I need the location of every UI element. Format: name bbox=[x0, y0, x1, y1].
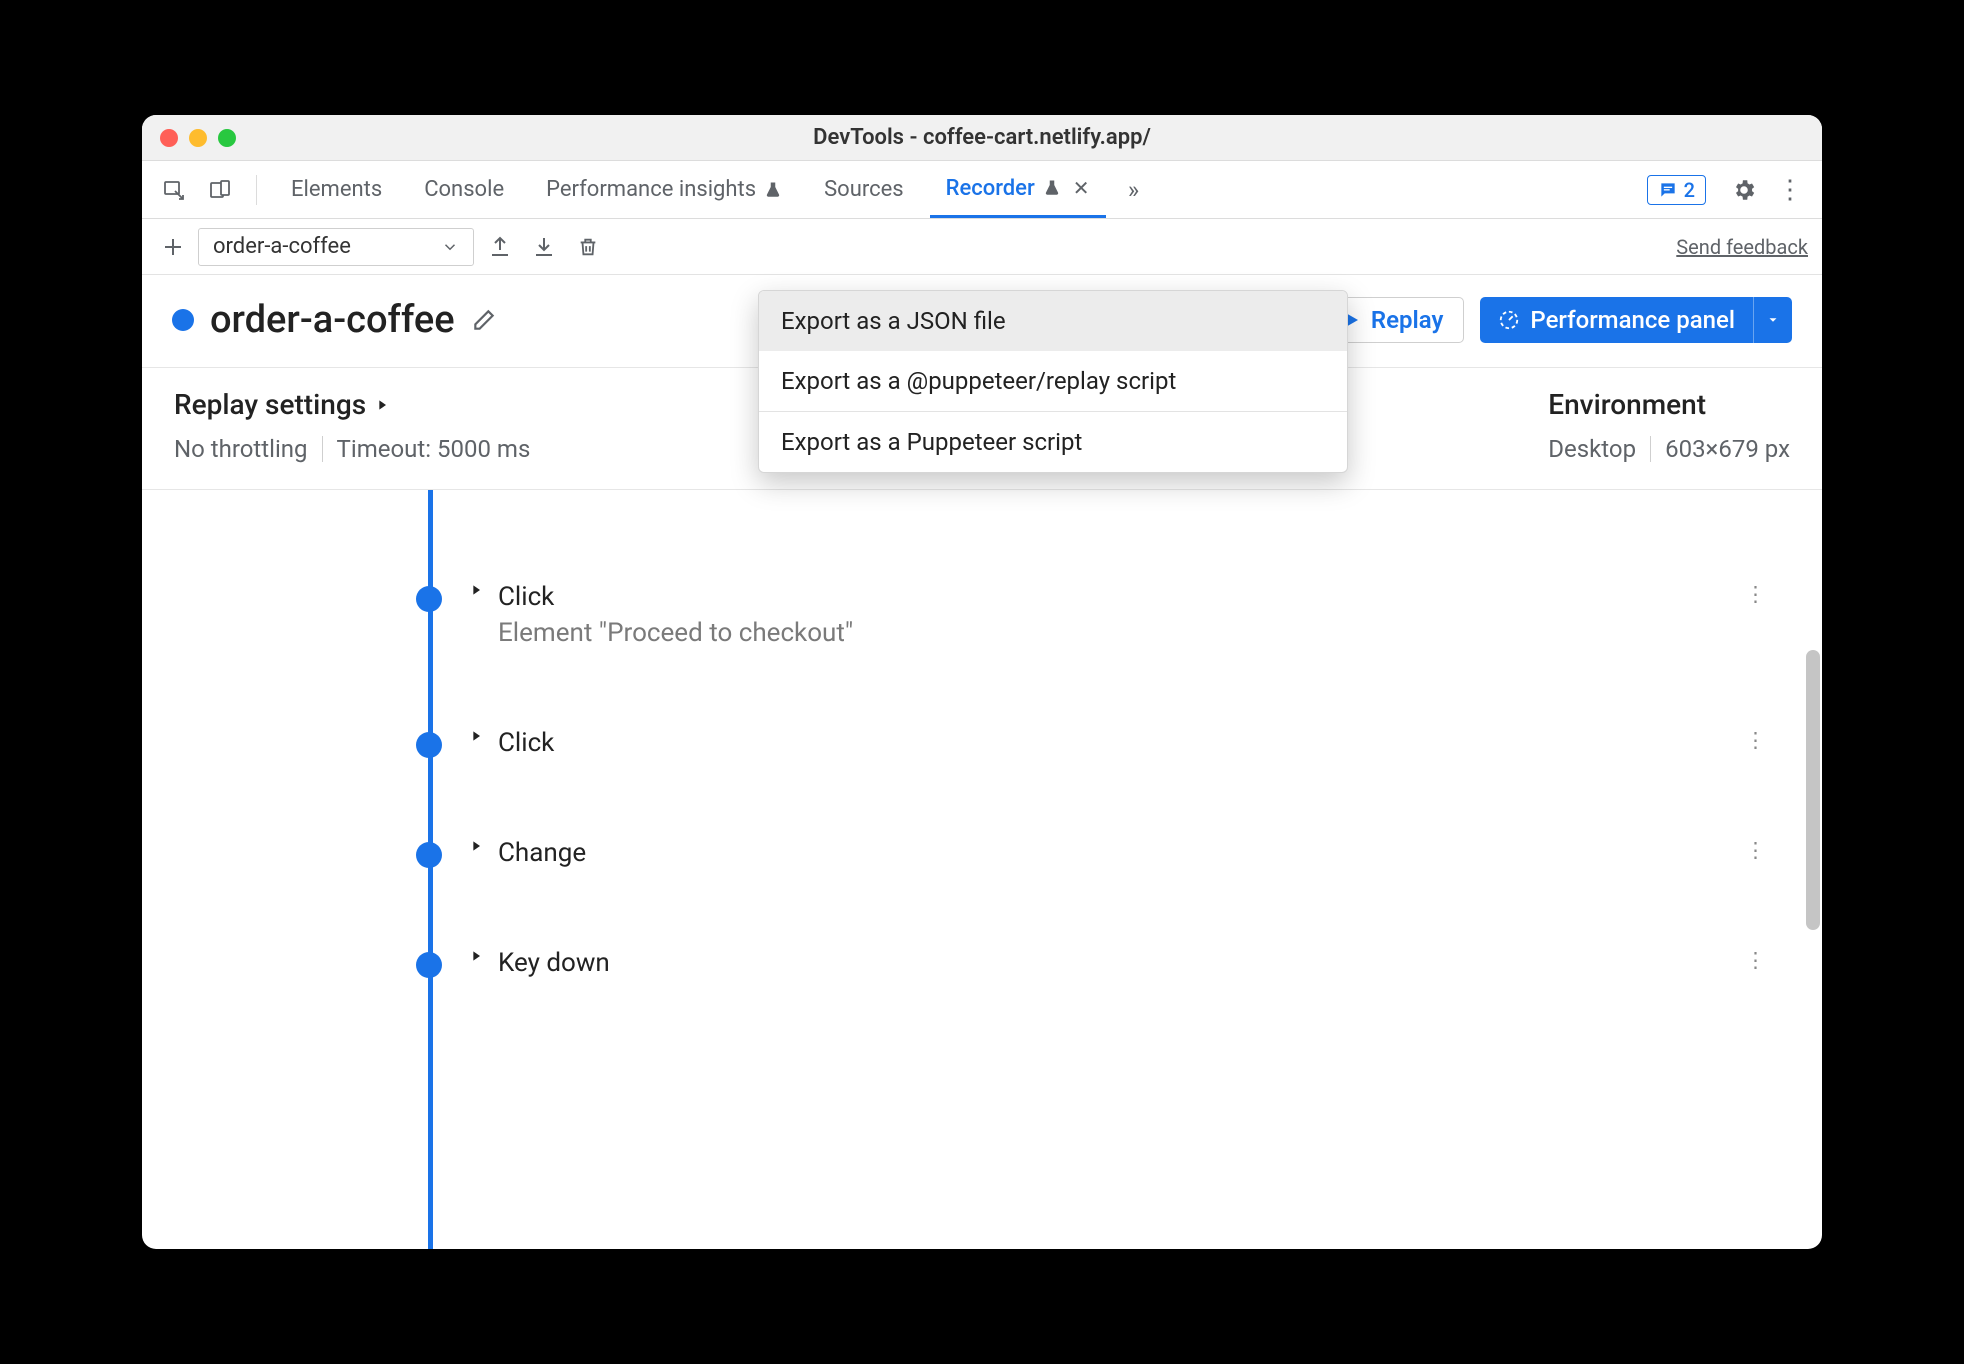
settings-gear-icon[interactable] bbox=[1726, 172, 1762, 208]
step-name: Change bbox=[498, 838, 586, 868]
import-button[interactable] bbox=[526, 229, 562, 265]
recording-select-value: order-a-coffee bbox=[213, 234, 351, 259]
flask-icon bbox=[764, 181, 782, 199]
tab-recorder[interactable]: Recorder ✕ bbox=[930, 161, 1106, 218]
timeline-wrap: Click Element "Proceed to checkout" ⋮ Cl… bbox=[142, 490, 1822, 1249]
throttling-value: No throttling bbox=[174, 435, 308, 463]
close-icon[interactable]: ✕ bbox=[1073, 176, 1090, 200]
chevron-right-icon bbox=[374, 397, 390, 413]
send-feedback-link[interactable]: Send feedback bbox=[1676, 235, 1808, 259]
step-name: Click bbox=[498, 728, 554, 758]
window-close-button[interactable] bbox=[160, 129, 178, 147]
new-recording-button[interactable] bbox=[156, 230, 190, 264]
tab-console[interactable]: Console bbox=[408, 161, 520, 218]
edit-title-icon[interactable] bbox=[471, 307, 497, 333]
delete-button[interactable] bbox=[570, 229, 606, 265]
timeline: Click Element "Proceed to checkout" ⋮ Cl… bbox=[142, 490, 1822, 1249]
step-kebab-icon[interactable]: ⋮ bbox=[1745, 838, 1782, 863]
export-menu-item-puppeteer[interactable]: Export as a Puppeteer script bbox=[759, 412, 1347, 472]
tab-elements[interactable]: Elements bbox=[275, 161, 398, 218]
menu-item-label: Export as a Puppeteer script bbox=[781, 428, 1082, 456]
timeout-value: Timeout: 5000 ms bbox=[337, 435, 531, 463]
export-menu-item-puppeteer-replay[interactable]: Export as a @puppeteer/replay script bbox=[759, 351, 1347, 411]
chevron-down-icon bbox=[441, 238, 459, 256]
issues-count: 2 bbox=[1684, 178, 1695, 202]
tab-label: Recorder bbox=[946, 176, 1035, 201]
recording-title: order-a-coffee bbox=[210, 298, 455, 342]
window-controls bbox=[142, 129, 236, 147]
chevron-right-icon[interactable] bbox=[468, 728, 484, 744]
tab-performance-insights[interactable]: Performance insights bbox=[530, 161, 798, 218]
replay-label: Replay bbox=[1371, 306, 1444, 334]
step-item[interactable]: Click ⋮ bbox=[402, 728, 1782, 758]
tab-sources[interactable]: Sources bbox=[808, 161, 920, 218]
issues-badge[interactable]: 2 bbox=[1647, 175, 1706, 205]
tab-label: Sources bbox=[824, 177, 904, 202]
window-minimize-button[interactable] bbox=[189, 129, 207, 147]
device-toolbar-icon[interactable] bbox=[202, 172, 238, 208]
tab-label: Performance insights bbox=[546, 177, 756, 202]
recording-status-dot bbox=[172, 309, 194, 331]
step-item[interactable]: Change ⋮ bbox=[402, 838, 1782, 868]
scrollbar-thumb[interactable] bbox=[1806, 650, 1820, 930]
recording-select[interactable]: order-a-coffee bbox=[198, 228, 474, 266]
export-menu: Export as a JSON file Export as a @puppe… bbox=[758, 290, 1348, 473]
step-dot bbox=[416, 732, 442, 758]
step-dot bbox=[416, 586, 442, 612]
inspect-element-icon[interactable] bbox=[156, 172, 192, 208]
chevron-right-icon[interactable] bbox=[468, 838, 484, 854]
environment-label: Environment bbox=[1548, 388, 1790, 421]
flask-icon bbox=[1043, 179, 1061, 197]
chevron-right-icon[interactable] bbox=[468, 582, 484, 598]
tab-label: Console bbox=[424, 177, 504, 202]
chevron-right-icon[interactable] bbox=[468, 948, 484, 964]
performance-panel-dropdown[interactable] bbox=[1753, 297, 1792, 343]
step-dot bbox=[416, 842, 442, 868]
replay-settings-block: Replay settings No throttling Timeout: 5… bbox=[174, 388, 530, 463]
menitu-label: Export as a @puppeteer/replay script bbox=[781, 367, 1176, 395]
more-tabs-icon[interactable]: » bbox=[1116, 172, 1152, 208]
titlebar: DevTools - coffee-cart.netlify.app/ bbox=[142, 115, 1822, 161]
separator bbox=[256, 175, 257, 205]
environment-device: Desktop bbox=[1548, 435, 1636, 463]
step-kebab-icon[interactable]: ⋮ bbox=[1745, 728, 1782, 753]
window-zoom-button[interactable] bbox=[218, 129, 236, 147]
step-name: Click bbox=[498, 582, 853, 612]
replay-settings-label: Replay settings bbox=[174, 388, 366, 421]
separator bbox=[322, 436, 323, 462]
environment-dimensions: 603×679 px bbox=[1665, 435, 1790, 463]
replay-settings-toggle[interactable]: Replay settings bbox=[174, 388, 530, 421]
export-button[interactable] bbox=[482, 229, 518, 265]
devtools-tabbar: Elements Console Performance insights So… bbox=[142, 161, 1822, 219]
step-item[interactable]: Key down ⋮ bbox=[402, 948, 1782, 978]
caret-down-icon bbox=[1766, 313, 1780, 327]
step-name: Key down bbox=[498, 948, 610, 978]
step-kebab-icon[interactable]: ⋮ bbox=[1745, 948, 1782, 973]
menu-item-label: Export as a JSON file bbox=[781, 307, 1006, 335]
step-detail: Element "Proceed to checkout" bbox=[498, 618, 853, 648]
step-kebab-icon[interactable]: ⋮ bbox=[1745, 582, 1782, 607]
window-title: DevTools - coffee-cart.netlify.app/ bbox=[142, 125, 1822, 150]
performance-panel-label: Performance panel bbox=[1530, 306, 1735, 334]
recorder-toolbar: order-a-coffee Send feedback bbox=[142, 219, 1822, 275]
gauge-icon bbox=[1498, 309, 1520, 331]
separator bbox=[1650, 436, 1651, 462]
environment-block: Environment Desktop 603×679 px bbox=[1548, 388, 1790, 463]
kebab-menu-icon[interactable]: ⋮ bbox=[1772, 172, 1808, 208]
devtools-window: DevTools - coffee-cart.netlify.app/ Elem… bbox=[142, 115, 1822, 1249]
step-dot bbox=[416, 952, 442, 978]
export-menu-item-json[interactable]: Export as a JSON file bbox=[759, 291, 1347, 351]
tab-label: Elements bbox=[291, 177, 382, 202]
chat-icon bbox=[1658, 180, 1678, 200]
performance-panel-button[interactable]: Performance panel bbox=[1480, 297, 1792, 343]
step-item[interactable]: Click Element "Proceed to checkout" ⋮ bbox=[402, 582, 1782, 648]
